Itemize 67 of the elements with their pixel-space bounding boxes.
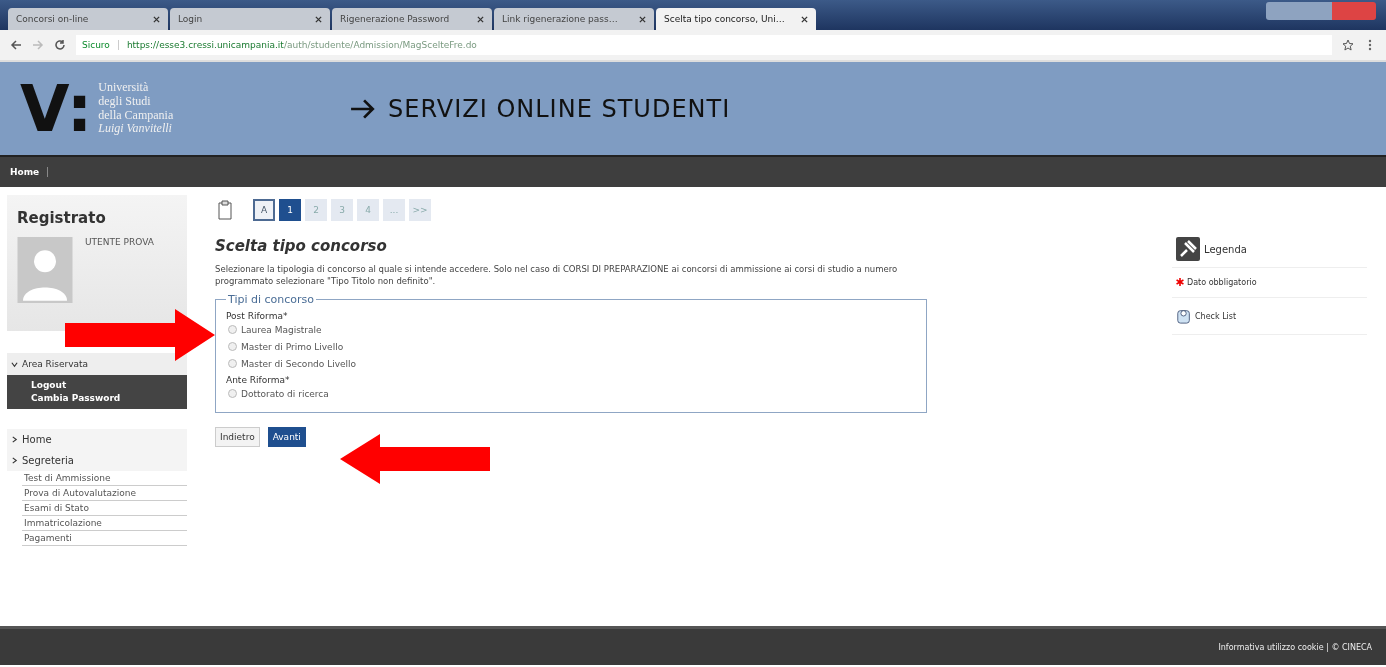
user-status: Registrato bbox=[17, 209, 107, 227]
page-title: Scelta tipo concorso bbox=[215, 237, 388, 255]
menu-item[interactable]: Test di Ammissione bbox=[22, 471, 187, 486]
menu-link[interactable]: Cambia Password bbox=[31, 392, 163, 405]
legend-title: Legenda bbox=[1204, 243, 1247, 255]
radio-button[interactable] bbox=[228, 389, 237, 398]
close-icon[interactable] bbox=[639, 15, 646, 23]
close-icon[interactable] bbox=[153, 15, 160, 23]
menu-label: Area Riservata bbox=[22, 359, 89, 369]
radio-button[interactable] bbox=[228, 342, 237, 351]
logo-text: Università bbox=[98, 80, 150, 95]
menu-item[interactable]: Esami di Stato bbox=[22, 501, 187, 516]
browser-tab[interactable]: Rigenerazione Password bbox=[332, 8, 492, 30]
secure-label: Sicuro bbox=[82, 40, 119, 50]
user-name: UTENTE PROVA bbox=[85, 237, 154, 249]
site-title: SERVIZI ONLINE STUDENTI bbox=[388, 94, 731, 123]
reload-icon[interactable] bbox=[54, 39, 66, 51]
nav-button[interactable]: Indietro bbox=[215, 427, 260, 447]
radio-label: Master di Secondo Livello bbox=[241, 358, 357, 369]
radio-button[interactable] bbox=[228, 359, 237, 368]
chevron-icon bbox=[11, 360, 18, 368]
radio-label: Master di Primo Livello bbox=[241, 341, 344, 352]
footer-link[interactable]: Informativa utilizzo cookie | © CINECA bbox=[1218, 642, 1372, 652]
menu-section[interactable]: Area Riservata bbox=[7, 353, 187, 375]
legend-item: Check List bbox=[1195, 311, 1237, 321]
back-icon[interactable] bbox=[10, 39, 22, 51]
group-label: Post Riforma* bbox=[226, 311, 289, 321]
clipboard-icon bbox=[215, 199, 235, 221]
menu-section[interactable]: Segreteria bbox=[7, 450, 187, 471]
address-bar[interactable]: Sicuro https://esse3.cressi.unicampania.it/auth/studente/Admission/MagScelteFre.do bbox=[76, 35, 1332, 55]
logo-text: della Campania bbox=[98, 108, 174, 123]
logo-mark: V: bbox=[20, 76, 93, 141]
menu-label: Home bbox=[22, 434, 52, 445]
intro-text: Selezionare la tipologia di concorso al quale si intende accedere. Solo nel caso di CORSI DI PREPARAZIONE ai concorsi di ammissione ai corsi di studio a numero programmato selezionare "Tipo Titolo non definito". bbox=[215, 263, 899, 287]
step-tab[interactable]: A bbox=[253, 199, 275, 221]
menu-section[interactable]: Home bbox=[7, 429, 187, 450]
nav-button[interactable]: Avanti bbox=[267, 427, 306, 447]
radio-button[interactable] bbox=[228, 325, 237, 334]
menu-label: Segreteria bbox=[22, 455, 74, 466]
browser-tab[interactable]: Link rigenerazione pass… bbox=[494, 8, 654, 30]
panel-legend: Tipi di concorso bbox=[226, 293, 317, 306]
logo-text: Luigi Vanvitelli bbox=[98, 122, 172, 137]
legend-item: Dato obbligatorio bbox=[1187, 278, 1257, 287]
avatar-icon bbox=[17, 237, 73, 303]
menu-item[interactable]: Immatricolazione bbox=[22, 516, 187, 531]
chevron-icon bbox=[11, 457, 18, 464]
nav-link[interactable]: Home bbox=[10, 167, 49, 177]
group-label: Ante Riforma* bbox=[226, 375, 291, 385]
logo-text: degli Studi bbox=[98, 94, 152, 109]
clipboard-icon bbox=[1176, 308, 1192, 324]
radio-label: Dottorato di ricerca bbox=[241, 388, 329, 399]
menu-item[interactable]: Prova di Autovalutazione bbox=[22, 486, 187, 501]
step-tab[interactable]: 1 bbox=[279, 199, 301, 221]
chevron-icon bbox=[11, 436, 18, 443]
url-text: https://esse3.cressi.unicampania.it/auth/studente/Admission/MagScelteFre.do bbox=[126, 40, 477, 50]
menu-item[interactable]: Pagamenti bbox=[22, 531, 187, 546]
menu-link[interactable]: Logout bbox=[31, 379, 163, 392]
browser-tab[interactable]: Concorsi on-line bbox=[8, 8, 168, 30]
radio-label: Laurea Magistrale bbox=[241, 324, 322, 335]
close-icon[interactable] bbox=[801, 15, 808, 23]
star-icon[interactable] bbox=[1342, 39, 1354, 51]
arrow-icon bbox=[350, 97, 376, 120]
browser-tab[interactable]: Scelta tipo concorso, Uni… bbox=[656, 8, 816, 30]
browser-tab[interactable]: Login bbox=[170, 8, 330, 30]
close-icon[interactable] bbox=[477, 15, 484, 23]
asterisk-icon bbox=[1176, 278, 1184, 286]
close-icon[interactable] bbox=[315, 15, 322, 23]
